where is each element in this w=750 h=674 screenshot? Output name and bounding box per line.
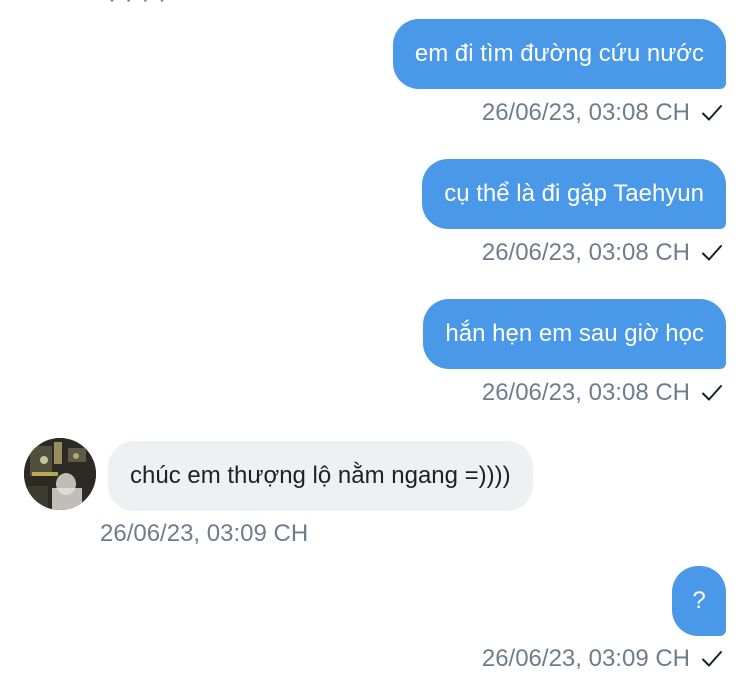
previous-timestamp-fragment: · · · · [108, 0, 167, 14]
check-icon [702, 651, 722, 667]
message-text: ? [692, 587, 706, 614]
message-bubble-incoming[interactable]: chúc em thượng lộ nằm ngang =)))) [108, 441, 533, 511]
message-text: hắn hẹn em sau giờ học [445, 320, 704, 347]
message-bubble-outgoing[interactable]: ? [672, 566, 726, 636]
message-text: em đi tìm đường cứu nước [414, 40, 704, 67]
avatar[interactable] [24, 438, 96, 510]
check-icon [702, 105, 722, 121]
message-text: chúc em thượng lộ nằm ngang =)))) [130, 462, 511, 489]
message-meta: 26/06/23, 03:08 CH [482, 98, 724, 128]
message-timestamp: 26/06/23, 03:08 CH [481, 99, 690, 126]
message-meta: 26/06/23, 03:08 CH [482, 378, 724, 408]
message-timestamp: 26/06/23, 03:09 CH [481, 645, 690, 672]
message-meta: 26/06/23, 03:09 CH [482, 644, 724, 674]
message-bubble-outgoing[interactable]: cụ thể là đi gặp Taehyun [422, 159, 726, 229]
check-icon [702, 385, 722, 401]
check-icon [702, 245, 722, 261]
message-meta: 26/06/23, 03:08 CH [482, 238, 724, 268]
message-timestamp: 26/06/23, 03:08 CH [481, 239, 690, 266]
avatar-photo [24, 438, 96, 510]
message-bubble-outgoing[interactable]: em đi tìm đường cứu nước [392, 19, 726, 89]
message-timestamp: 26/06/23, 03:09 CH [100, 520, 309, 547]
message-bubble-outgoing[interactable]: hắn hẹn em sau giờ học [423, 299, 726, 369]
message-meta: 26/06/23, 03:09 CH [100, 519, 308, 549]
message-text: cụ thể là đi gặp Taehyun [444, 180, 704, 207]
message-timestamp: 26/06/23, 03:08 CH [481, 379, 690, 406]
